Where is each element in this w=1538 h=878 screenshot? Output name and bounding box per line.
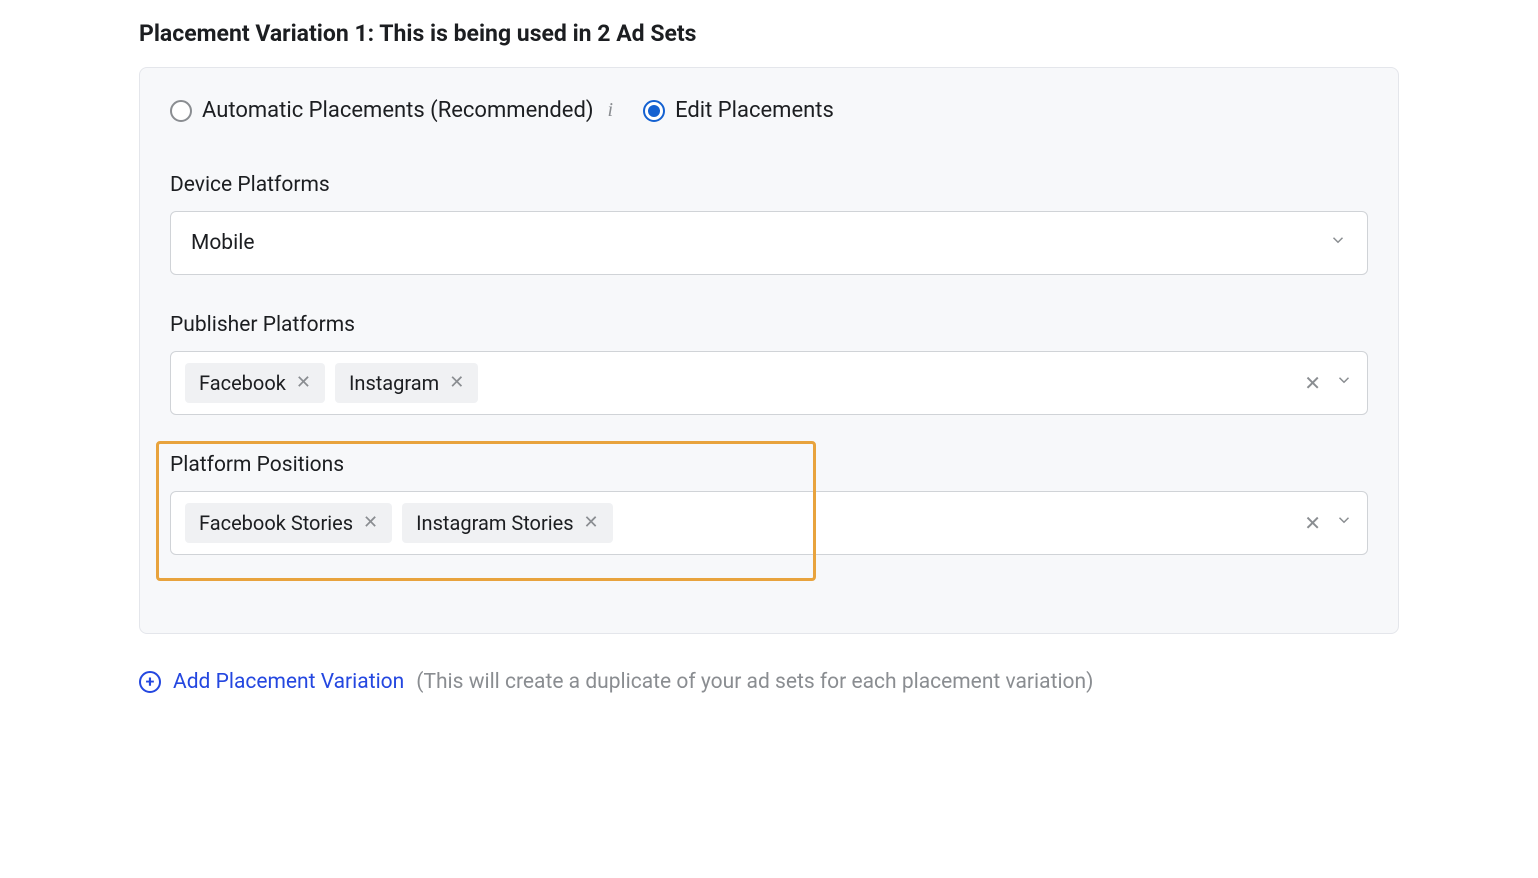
radio-icon	[643, 100, 665, 122]
tag-facebook: Facebook ✕	[185, 363, 325, 403]
radio-automatic-placements[interactable]: Automatic Placements (Recommended) i	[170, 98, 613, 123]
tag-label: Facebook Stories	[199, 511, 353, 535]
device-platforms-group: Device Platforms Mobile	[170, 173, 1368, 275]
tag-instagram: Instagram ✕	[335, 363, 478, 403]
placement-card: Automatic Placements (Recommended) i Edi…	[139, 67, 1399, 634]
platform-positions-group: Platform Positions Facebook Stories ✕ In…	[170, 453, 1368, 593]
tag-label: Instagram Stories	[416, 511, 573, 535]
tag-label: Instagram	[349, 371, 439, 395]
footer-row: + Add Placement Variation (This will cre…	[139, 670, 1399, 694]
device-platforms-select[interactable]: Mobile	[170, 211, 1368, 275]
tags-container: Facebook Stories ✕ Instagram Stories ✕	[185, 503, 1294, 543]
publisher-platforms-label: Publisher Platforms	[170, 313, 1368, 337]
radio-icon	[170, 100, 192, 122]
plus-circle-icon[interactable]: +	[139, 671, 161, 693]
chevron-down-icon[interactable]	[1335, 511, 1353, 535]
radio-label: Automatic Placements (Recommended)	[202, 98, 594, 123]
close-icon[interactable]: ✕	[584, 514, 599, 532]
close-icon[interactable]: ✕	[449, 374, 464, 392]
chevron-down-icon	[1329, 231, 1347, 255]
tags-container: Facebook ✕ Instagram ✕	[185, 363, 1294, 403]
platform-positions-select[interactable]: Facebook Stories ✕ Instagram Stories ✕ ✕	[170, 491, 1368, 555]
tag-label: Facebook	[199, 371, 286, 395]
publisher-platforms-select[interactable]: Facebook ✕ Instagram ✕ ✕	[170, 351, 1368, 415]
select-actions: ✕	[1304, 511, 1353, 535]
close-icon[interactable]: ✕	[363, 514, 378, 532]
select-value: Mobile	[191, 231, 1329, 255]
publisher-platforms-group: Publisher Platforms Facebook ✕ Instagram…	[170, 313, 1368, 415]
radio-edit-placements[interactable]: Edit Placements	[643, 98, 834, 123]
add-placement-variation-link[interactable]: Add Placement Variation	[173, 670, 404, 694]
select-actions: ✕	[1304, 371, 1353, 395]
chevron-down-icon[interactable]	[1335, 371, 1353, 395]
tag-facebook-stories: Facebook Stories ✕	[185, 503, 392, 543]
placement-mode-radios: Automatic Placements (Recommended) i Edi…	[170, 98, 1368, 123]
clear-all-icon[interactable]: ✕	[1304, 513, 1321, 533]
close-icon[interactable]: ✕	[296, 374, 311, 392]
clear-all-icon[interactable]: ✕	[1304, 373, 1321, 393]
platform-positions-label: Platform Positions	[170, 453, 1368, 477]
section-heading: Placement Variation 1: This is being use…	[139, 20, 1399, 47]
device-platforms-label: Device Platforms	[170, 173, 1368, 197]
tag-instagram-stories: Instagram Stories ✕	[402, 503, 613, 543]
info-icon[interactable]: i	[608, 99, 614, 122]
footer-hint: (This will create a duplicate of your ad…	[416, 670, 1093, 694]
radio-label: Edit Placements	[675, 98, 834, 123]
